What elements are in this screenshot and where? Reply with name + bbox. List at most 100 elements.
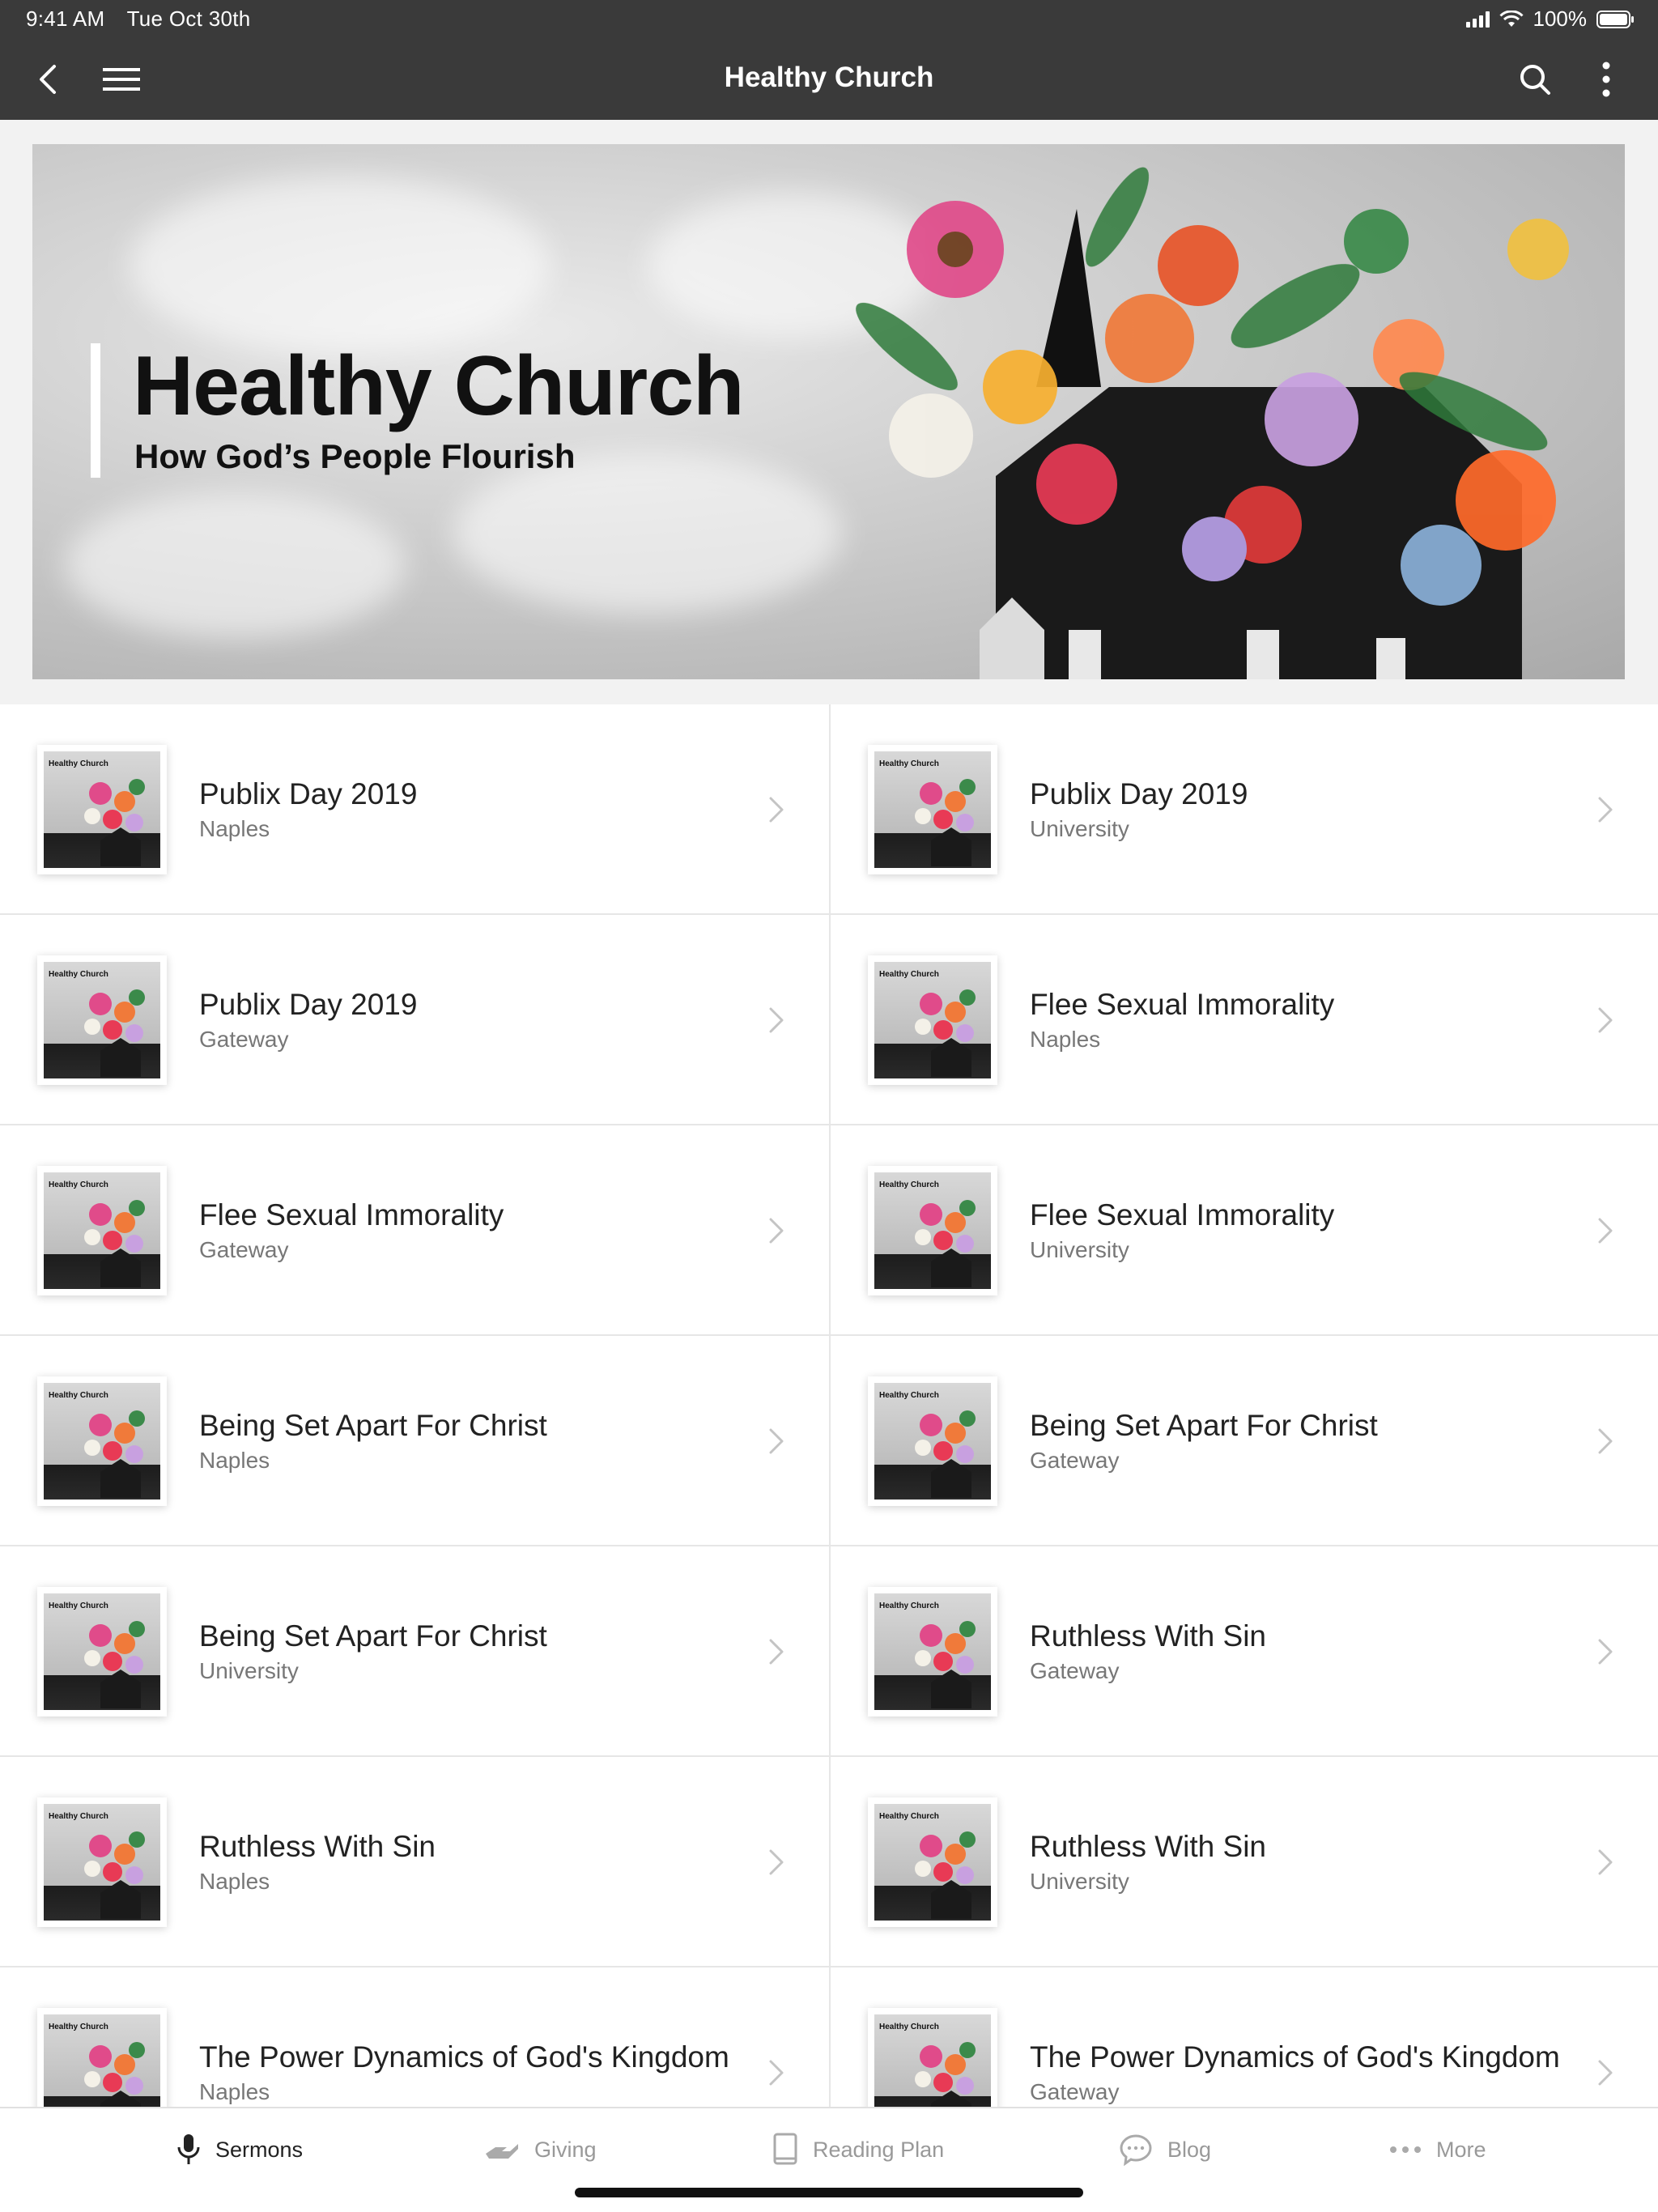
tab-label: Giving — [534, 2137, 597, 2162]
thumbnail-title: Healthy Church — [879, 1602, 939, 1610]
sermon-artwork: Healthy Church — [874, 1383, 991, 1499]
chevron-right-icon — [769, 1218, 784, 1244]
thumbnail-title: Healthy Church — [49, 1602, 108, 1610]
sermon-thumbnail: Healthy Church — [868, 745, 997, 874]
sermon-artwork: Healthy Church — [874, 1172, 991, 1289]
sermon-list-item[interactable]: Healthy Church Ruthless With Sin Gateway — [829, 1546, 1658, 1757]
sermon-location: University — [199, 1658, 299, 1683]
chevron-right-icon — [1598, 1428, 1613, 1454]
sermon-location: Naples — [199, 816, 270, 841]
thumbnail-title: Healthy Church — [49, 759, 108, 768]
sermon-artwork: Healthy Church — [874, 1804, 991, 1921]
chat-bubble-icon — [1120, 2134, 1152, 2167]
chevron-right-icon — [1598, 1849, 1613, 1875]
sermon-thumbnail: Healthy Church — [868, 1587, 997, 1716]
sermon-location: Gateway — [199, 1237, 289, 1262]
sermon-location: University — [1030, 816, 1129, 841]
sermon-artwork: Healthy Church — [44, 1172, 160, 1289]
chevron-right-icon — [769, 2060, 784, 2086]
sermon-title: Publix Day 2019 — [1030, 777, 1248, 810]
sermon-title: Ruthless With Sin — [199, 1830, 436, 1863]
sermon-artwork: Healthy Church — [44, 1804, 160, 1921]
thumbnail-title: Healthy Church — [49, 1180, 108, 1189]
thumbnail-title: Healthy Church — [49, 970, 108, 979]
sermon-list: Healthy Church Publix Day 2019 Naples Healt… — [0, 704, 1658, 2107]
more-dots-icon — [1390, 2146, 1421, 2153]
sermon-location: Naples — [199, 1448, 270, 1473]
tab-blog[interactable]: Blog — [1119, 2129, 1211, 2170]
thumbnail-title: Healthy Church — [879, 2023, 939, 2031]
sermon-list-item[interactable]: Healthy Church Ruthless With Sin Naples — [0, 1757, 829, 1967]
chevron-right-icon — [769, 797, 784, 823]
sermon-title: Flee Sexual Immorality — [1030, 988, 1335, 1021]
giving-hand-icon — [486, 2144, 518, 2159]
sermon-thumbnail: Healthy Church — [37, 1797, 167, 1927]
battery-percent: 100% — [1533, 6, 1588, 31]
chevron-right-icon — [1598, 797, 1613, 823]
sermon-thumbnail: Healthy Church — [37, 745, 167, 874]
thumbnail-title: Healthy Church — [879, 970, 939, 979]
sermon-artwork: Healthy Church — [874, 2014, 991, 2107]
sermon-thumbnail: Healthy Church — [37, 1376, 167, 1506]
sermon-title: Being Set Apart For Christ — [199, 1409, 547, 1442]
tab-more[interactable]: More — [1389, 2129, 1486, 2170]
sermon-list-item[interactable]: Healthy Church Being Set Apart For Christ… — [829, 1336, 1658, 1546]
search-icon — [1520, 65, 1550, 95]
thumbnail-title: Healthy Church — [879, 1391, 939, 1400]
hero-title: Healthy Church — [133, 339, 745, 433]
sermon-location: University — [1030, 1237, 1129, 1262]
thumbnail-title: Healthy Church — [49, 2023, 108, 2031]
hero-section: Healthy Church How God’s People Flourish — [0, 120, 1658, 704]
sermon-artwork: Healthy Church — [44, 2014, 160, 2107]
sermon-location: Naples — [1030, 1027, 1101, 1052]
sermon-list-item[interactable]: Healthy Church Publix Day 2019 Gateway — [0, 915, 829, 1125]
sermon-title: The Power Dynamics of God's Kingdom — [199, 2040, 729, 2074]
sermon-title: Flee Sexual Immorality — [199, 1198, 504, 1231]
sermon-thumbnail: Healthy Church — [37, 955, 167, 1085]
sermon-list-item[interactable]: Healthy Church The Power Dynamics of God'… — [829, 1967, 1658, 2107]
sermon-location: Naples — [199, 2079, 270, 2104]
sermon-title: Flee Sexual Immorality — [1030, 1198, 1335, 1231]
sermon-list-item[interactable]: Healthy Church The Power Dynamics of God'… — [0, 1967, 829, 2107]
home-indicator — [575, 2188, 1083, 2197]
sermon-location: Gateway — [199, 1027, 289, 1052]
chevron-right-icon — [769, 1849, 784, 1875]
tab-label: Reading Plan — [813, 2137, 945, 2162]
sermon-artwork: Healthy Church — [874, 751, 991, 868]
hero-subtitle: How God’s People Flourish — [134, 437, 576, 475]
sermon-list-item[interactable]: Healthy Church Being Set Apart For Christ… — [0, 1336, 829, 1546]
sermon-list-item[interactable]: Healthy Church Ruthless With Sin Universit… — [829, 1757, 1658, 1967]
status-bar-right: 100% — [1465, 6, 1634, 32]
book-icon — [773, 2133, 797, 2165]
chevron-right-icon — [769, 1639, 784, 1665]
sermon-artwork: Healthy Church — [44, 1383, 160, 1499]
chevron-right-icon — [1598, 2060, 1613, 2086]
sermon-list-item[interactable]: Healthy Church Flee Sexual Immorality Napl… — [829, 915, 1658, 1125]
microphone-icon — [177, 2134, 200, 2164]
top-bar: 9:41 AM Tue Oct 30th 100% Healthy Church — [0, 0, 1658, 120]
sermon-list-item[interactable]: Healthy Church Flee Sexual Immorality Gate… — [0, 1125, 829, 1336]
wifi-icon — [1499, 10, 1524, 28]
tab-sermons[interactable]: Sermons — [176, 2129, 303, 2170]
sermon-list-item[interactable]: Healthy Church Publix Day 2019 Naples — [0, 704, 829, 915]
battery-icon — [1596, 10, 1634, 28]
chevron-right-icon — [769, 1428, 784, 1454]
more-options-button[interactable] — [1584, 57, 1629, 102]
sermon-title: Publix Day 2019 — [199, 988, 418, 1021]
sermon-location: Naples — [199, 1869, 270, 1894]
status-date: Tue Oct 30th — [126, 6, 251, 31]
status-time: 9:41 AM — [26, 6, 105, 31]
sermon-thumbnail: Healthy Church — [868, 1376, 997, 1506]
chevron-right-icon — [769, 1007, 784, 1033]
sermon-list-item[interactable]: Healthy Church Publix Day 2019 University — [829, 704, 1658, 915]
sermon-thumbnail: Healthy Church — [868, 1166, 997, 1295]
sermon-artwork: Healthy Church — [44, 1593, 160, 1710]
sermon-list-item[interactable]: Healthy Church Being Set Apart For Christ… — [0, 1546, 829, 1757]
sermon-artwork: Healthy Church — [874, 962, 991, 1078]
chevron-right-icon — [1598, 1007, 1613, 1033]
sermon-location: Gateway — [1030, 1448, 1120, 1473]
tab-reading-plan[interactable]: Reading Plan — [772, 2129, 944, 2170]
tab-giving[interactable]: Giving — [484, 2129, 597, 2170]
sermon-list-item[interactable]: Healthy Church Flee Sexual Immorality Univ… — [829, 1125, 1658, 1336]
search-button[interactable] — [1512, 57, 1558, 102]
